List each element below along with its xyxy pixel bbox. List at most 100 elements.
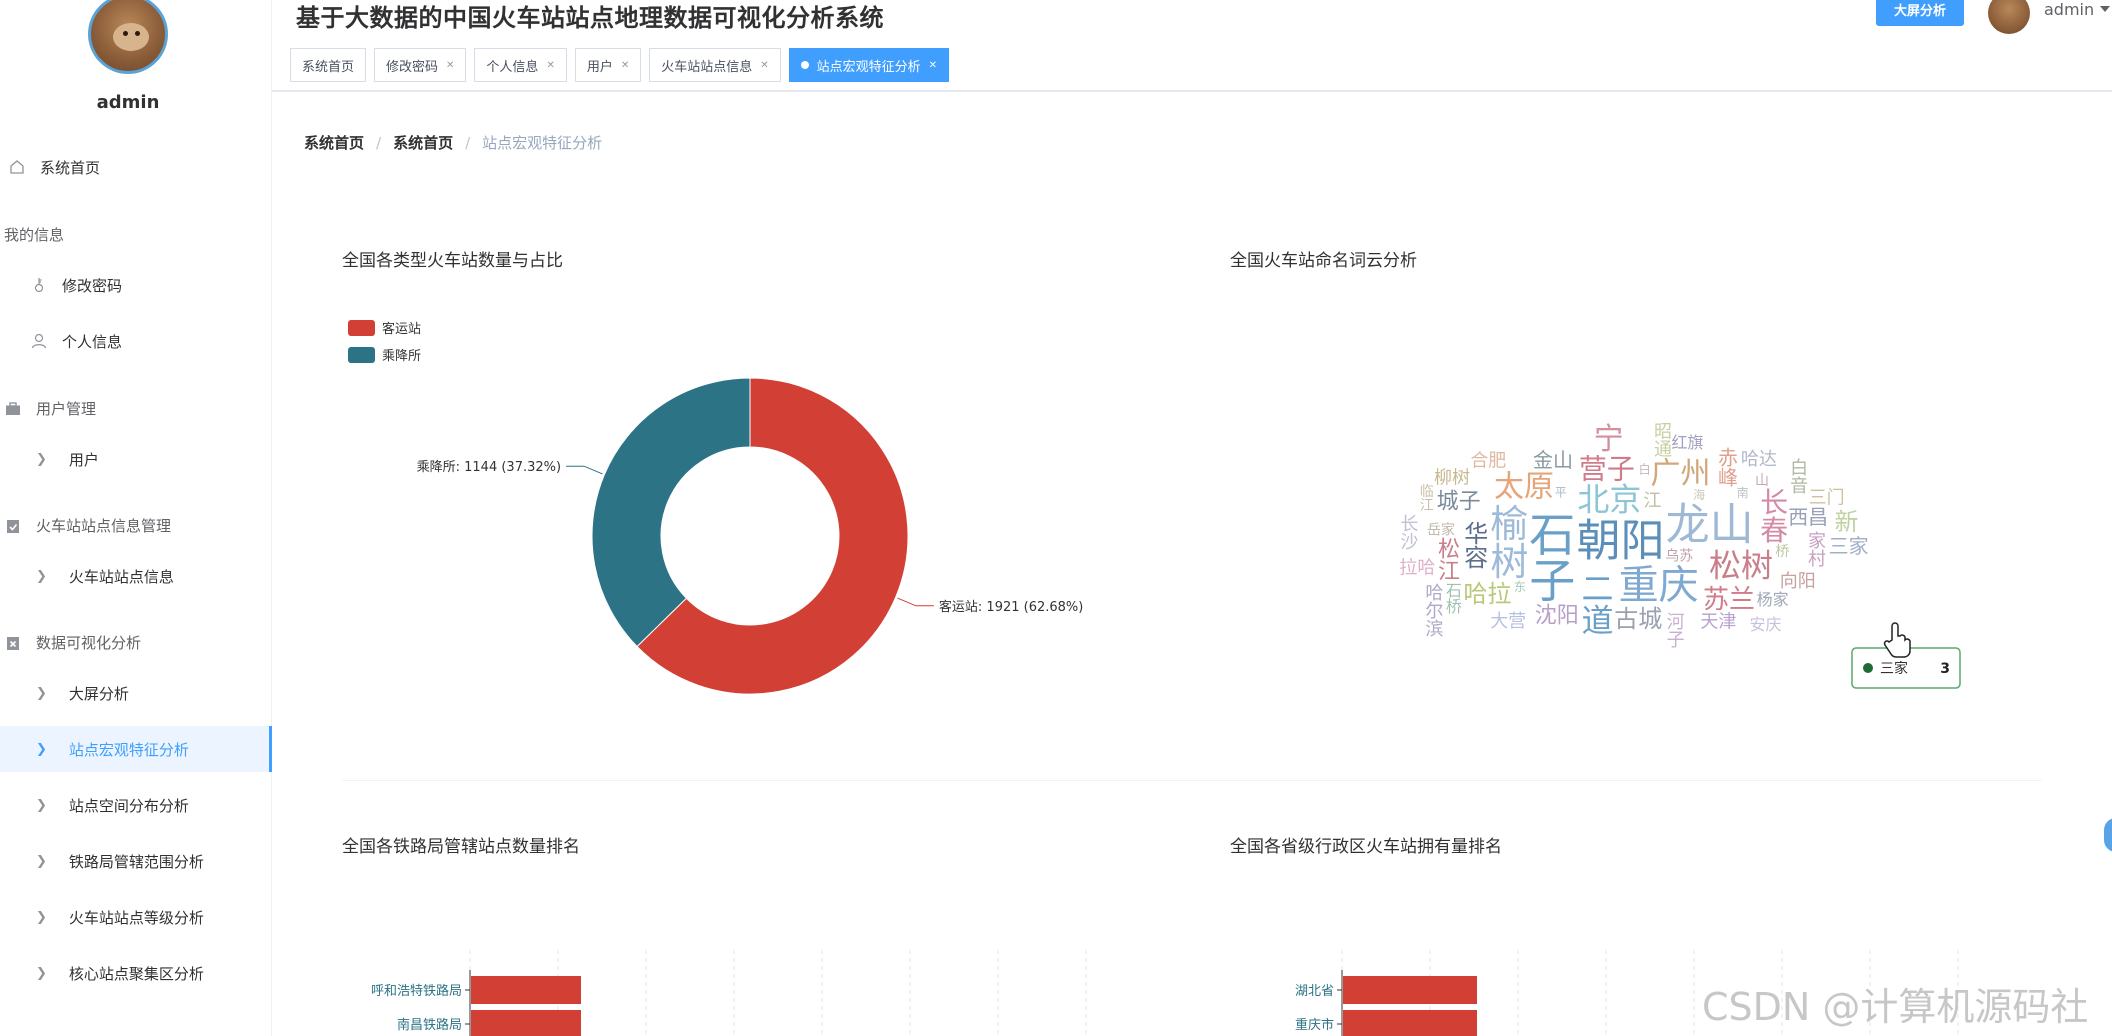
word-cloud-word: 三门 <box>1809 487 1845 508</box>
chevron-right-icon: ❯ <box>36 909 47 925</box>
legend-swatch <box>348 320 375 336</box>
home-icon <box>8 158 26 176</box>
chevron-right-icon: ❯ <box>36 965 47 981</box>
word-cloud-word: 哈达 <box>1741 449 1777 470</box>
close-icon[interactable]: ✕ <box>446 60 454 71</box>
sidebar-item-label: 站点空间分布分析 <box>68 796 189 815</box>
side-scroll-handle[interactable] <box>2104 818 2112 852</box>
tooltip-name: 三家 <box>1880 660 1908 677</box>
breadcrumb-item[interactable]: 系统首页 <box>304 132 364 153</box>
word-cloud-word: 长春 <box>1756 487 1789 543</box>
tab-home[interactable]: 系统首页 <box>290 48 367 82</box>
sidebar-item-big-screen[interactable]: ❯ 大屏分析 <box>0 670 272 716</box>
tab-macro-analysis[interactable]: 站点宏观特征分析 ✕ <box>788 48 950 82</box>
legend-label: 乘降所 <box>382 349 421 364</box>
word-cloud-word: 合肥 <box>1470 451 1506 472</box>
word-cloud-word: 石桥 <box>1443 582 1462 614</box>
sidebar-group-station-management[interactable]: 火车站站点信息管理 <box>4 515 171 536</box>
close-icon[interactable]: ✕ <box>760 60 768 71</box>
sidebar-item-label: 站点宏观特征分析 <box>68 740 189 759</box>
sidebar: admin 系统首页 我的信息 修改密码 个人信息 用户管理 ❯ 用户 火车站站 <box>0 0 272 1036</box>
pie-chart[interactable]: 客运站乘降所客运站: 1921 (62.68%) 乘降所: 1144 (37.32… <box>330 300 1130 720</box>
word-cloud-word: 家村 <box>1805 531 1826 567</box>
pie-leader-line <box>566 465 603 475</box>
tab-label: 用户 <box>586 59 613 75</box>
word-cloud-word: 太原 <box>1494 469 1554 504</box>
sidebar-group-my-info[interactable]: 我的信息 <box>4 224 64 245</box>
word-cloud-word: 营子 <box>1579 453 1635 486</box>
sidebar-item-personal-info[interactable]: 个人信息 <box>0 318 272 364</box>
word-cloud-word: 红旗 <box>1671 433 1703 452</box>
word-cloud-chart[interactable]: 朝阳石子 龙山重庆榆树北京松树二道太原 广州长春营子苏兰华容古城沈阳松江哈拉城子赤峰… <box>1260 330 2020 750</box>
word-cloud-word: 拉哈 <box>1399 557 1435 578</box>
sidebar-item-bureau-analysis[interactable]: ❯ 铁路局管辖范围分析 <box>0 838 272 884</box>
section-divider <box>342 780 2042 781</box>
sidebar-item-user[interactable]: ❯ 用户 <box>0 436 272 482</box>
bureau-chart-title: 全国各铁路局管辖站点数量排名 <box>342 837 580 857</box>
word-cloud-word: 杨家 <box>1757 590 1789 609</box>
close-icon[interactable]: ✕ <box>929 60 937 71</box>
legend-label: 客运站 <box>382 321 421 337</box>
y-tick-label: 南昌铁路局 <box>397 1017 462 1033</box>
word-cloud-word: 天津 <box>1700 611 1736 632</box>
sidebar-group-visual-analysis[interactable]: 数据可视化分析 <box>4 632 141 653</box>
sidebar-item-label: 修改密码 <box>62 276 123 295</box>
active-dot-icon <box>800 61 809 69</box>
user-name[interactable]: admin <box>2044 0 2094 19</box>
word-cloud-word: 昭通 <box>1651 422 1672 458</box>
sidebar-item-grade-analysis[interactable]: ❯ 火车站站点等级分析 <box>0 894 272 940</box>
bar <box>471 976 581 1004</box>
user-avatar[interactable] <box>1988 0 2030 34</box>
sidebar-item-cluster-analysis[interactable]: ❯ 核心站点聚集区分析 <box>0 950 272 996</box>
word-cloud-word: 新 <box>1830 509 1858 533</box>
sidebar-item-label: 火车站站点信息 <box>68 567 174 586</box>
word-cloud-word: 三家 <box>1829 534 1869 558</box>
tab-bar: 系统首页 修改密码 ✕ 个人信息 ✕ 用户 ✕ 火车站站点信息 ✕ 站点宏观特征分析 ✕ <box>290 48 950 82</box>
word-cloud-word: 石子 <box>1522 510 1576 602</box>
word-cloud-word: 桥 <box>1775 544 1789 560</box>
word-cloud-word: 广州 <box>1650 457 1710 492</box>
tab-user[interactable]: 用户 ✕ <box>574 48 642 82</box>
word-cloud-word: 宁 <box>1594 422 1624 457</box>
sidebar-group-user-management[interactable]: 用户管理 <box>4 398 96 419</box>
word-cloud-word: 西昌 <box>1788 505 1828 529</box>
tab-label: 系统首页 <box>302 59 355 75</box>
big-screen-button[interactable]: 大屏分析 <box>1876 0 1964 26</box>
breadcrumb-item[interactable]: 系统首页 <box>393 132 453 153</box>
word-cloud-word: 乌苏 <box>1665 548 1693 564</box>
sidebar-item-home[interactable]: 系统首页 <box>0 144 272 190</box>
close-icon[interactable]: ✕ <box>621 60 629 71</box>
word-cloud-word: 河子 <box>1664 612 1685 648</box>
sidebar-group-label: 我的信息 <box>4 226 65 244</box>
close-icon[interactable]: ✕ <box>546 60 554 71</box>
word-cloud-word: 古城 <box>1614 605 1662 633</box>
bureau-bar-chart[interactable]: 呼和浩特铁路局南昌铁路局 <box>342 950 1142 1036</box>
word-cloud-word: 白 <box>1637 461 1651 474</box>
tooltip-marker <box>1863 663 1873 673</box>
word-cloud-word: 北京 <box>1577 480 1641 518</box>
breadcrumb-current: 站点宏观特征分析 <box>482 134 603 152</box>
word-cloud-word: 重庆 <box>1619 563 1699 609</box>
profile-avatar <box>88 0 168 74</box>
caret-down-icon[interactable] <box>2100 6 2110 12</box>
sidebar-group-label: 火车站站点信息管理 <box>36 517 172 535</box>
sidebar-item-station-info[interactable]: ❯ 火车站站点信息 <box>0 553 272 599</box>
y-tick-label: 湖北省 <box>1295 984 1334 999</box>
sidebar-item-spatial-analysis[interactable]: ❯ 站点空间分布分析 <box>0 782 272 828</box>
pie-leader-line <box>897 597 934 607</box>
word-cloud-word: 沈阳 <box>1535 603 1579 628</box>
sidebar-item-macro-analysis[interactable]: ❯ 站点宏观特征分析 <box>0 726 272 772</box>
tab-station-info[interactable]: 火车站站点信息 ✕ <box>649 48 781 82</box>
sidebar-item-change-password[interactable]: 修改密码 <box>0 262 272 308</box>
y-tick-label: 重庆市 <box>1295 1017 1334 1033</box>
tab-personal-info[interactable]: 个人信息 ✕ <box>474 48 567 82</box>
sidebar-item-label: 用户 <box>68 450 99 469</box>
sidebar-item-label: 大屏分析 <box>68 684 129 703</box>
word-cloud-word: 城子 <box>1437 490 1481 515</box>
profile-name: admin <box>96 92 160 113</box>
sidebar-item-label: 铁路局管辖范围分析 <box>68 852 204 871</box>
app-title: 基于大数据的中国火车站站点地理数据可视化分析系统 <box>296 4 884 32</box>
word-cloud-title: 全国火车站命名词云分析 <box>1230 251 1417 271</box>
sidebar-item-label: 系统首页 <box>40 158 101 177</box>
tab-change-password[interactable]: 修改密码 ✕ <box>374 48 467 82</box>
